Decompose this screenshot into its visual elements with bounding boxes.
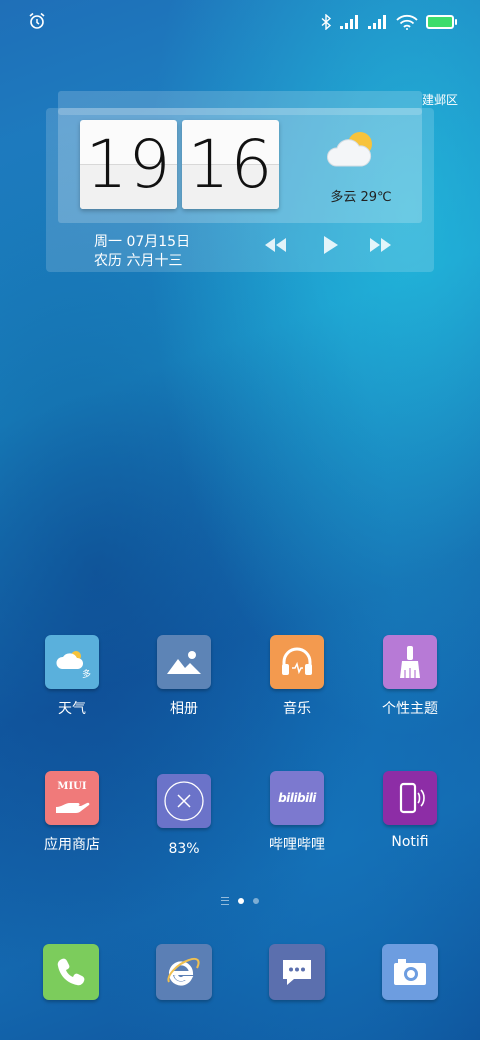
app-notifi[interactable]: Notifi: [360, 771, 460, 850]
app-store-icon[interactable]: MIUI: [45, 771, 99, 825]
phone-handset-icon: [57, 958, 85, 986]
chat-bubble-icon: [283, 960, 311, 985]
app-label: 应用商店: [44, 837, 100, 853]
signal-4-bars-icon: [340, 15, 358, 29]
battery-level-fill: [428, 17, 452, 27]
weather-icon[interactable]: 多: [45, 635, 99, 689]
next-icon[interactable]: [368, 235, 394, 255]
theme-brush-icon[interactable]: [383, 635, 437, 689]
notification-phone-icon[interactable]: [383, 771, 437, 825]
play-icon[interactable]: [318, 235, 344, 255]
clock-hour-card[interactable]: 19: [80, 120, 177, 209]
browser-e-icon: [167, 957, 200, 986]
home-menu-icon[interactable]: [221, 897, 229, 905]
clock-hour: 19: [85, 126, 172, 203]
signal-4-bars-icon: [368, 15, 386, 29]
weather-icon-text: 多: [81, 670, 91, 680]
page-dot-active[interactable]: [238, 898, 244, 904]
app-store[interactable]: MIUI 应用商店: [22, 771, 122, 854]
partly-cloudy-icon[interactable]: [324, 128, 380, 174]
battery-icon: [426, 15, 457, 29]
bluetooth-icon: [321, 14, 332, 30]
miui-text: MIUI: [57, 781, 87, 792]
app-label: 相册: [170, 701, 198, 717]
app-gallery[interactable]: 相册: [134, 635, 234, 718]
status-indicators: [320, 12, 457, 32]
app-music[interactable]: 音乐: [247, 635, 347, 718]
clock-weather-widget[interactable]: 19 16 多云 29℃ 周一 07月15日 农历 六月十三: [46, 108, 434, 272]
headphones-icon: [282, 647, 312, 675]
lunar-date-text: 农历 六月十三: [94, 253, 183, 269]
app-themes[interactable]: 个性主题: [360, 635, 460, 718]
date-text: 周一 07月15日: [94, 234, 191, 250]
bilibili-icon[interactable]: bilibili: [270, 771, 324, 825]
previous-icon[interactable]: [262, 235, 288, 255]
app-weather[interactable]: 多 天气: [22, 635, 122, 718]
bilibili-logo-text: bilibili: [278, 791, 316, 805]
close-circle-icon: [164, 781, 204, 821]
camera-icon[interactable]: [382, 944, 438, 1000]
app-label: 个性主题: [382, 701, 438, 717]
phone-vibrate-icon: [399, 782, 425, 814]
page-indicator[interactable]: [0, 897, 480, 905]
clock-minute: 16: [187, 126, 274, 203]
location-label[interactable]: 建邺区: [422, 91, 458, 108]
messages-icon[interactable]: [269, 944, 325, 1000]
alarm-clock-icon: [29, 12, 45, 29]
app-bilibili[interactable]: bilibili 哔哩哔哩: [247, 771, 347, 854]
memory-usage-label: 83%: [168, 841, 200, 857]
app-label: 天气: [58, 701, 86, 717]
status-bar: [0, 0, 480, 44]
page-dot[interactable]: [253, 898, 259, 904]
weather-summary: 多云 29℃: [330, 190, 392, 205]
brush-icon: [400, 646, 420, 678]
app-label: Notifi: [391, 834, 429, 850]
gallery-icon[interactable]: [157, 635, 211, 689]
cleaner-icon[interactable]: [157, 774, 211, 828]
browser-icon[interactable]: [156, 944, 212, 1000]
camera-glyph-icon: [394, 959, 426, 985]
music-headphones-icon[interactable]: [270, 635, 324, 689]
app-cleaner[interactable]: 83%: [134, 774, 234, 857]
clock-minute-card[interactable]: 16: [182, 120, 279, 209]
hand-icon: [56, 802, 90, 813]
mountains-icon: [167, 651, 201, 674]
app-label: 哔哩哔哩: [269, 837, 325, 853]
app-label: 音乐: [283, 701, 311, 717]
wifi-icon: [396, 14, 418, 30]
phone-icon[interactable]: [43, 944, 99, 1000]
